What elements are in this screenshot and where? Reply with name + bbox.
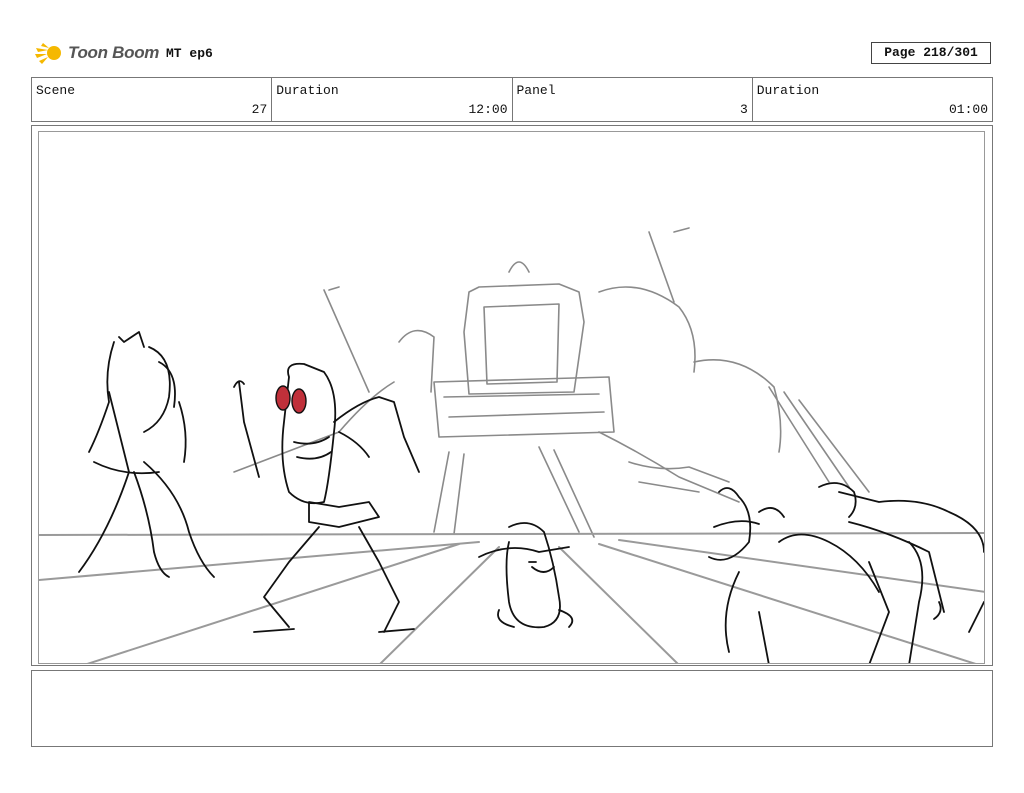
toon-boom-logo: Toon Boom: [34, 38, 159, 68]
brand-name: Toon Boom: [68, 43, 160, 62]
panel-cell: Panel 3: [513, 78, 753, 121]
scene-cell: Scene 27: [32, 78, 273, 121]
robot-character-sketch: [233, 362, 420, 633]
panel-info-bar: Scene 27 Duration 12:00 Panel 3 Duration…: [31, 77, 993, 122]
scene-duration-label: Duration: [276, 83, 339, 98]
panel-duration-label: Duration: [756, 83, 820, 98]
storyboard-drawing: [38, 131, 985, 664]
right-creature-sketch: [708, 482, 984, 663]
page-number: Page 218/301: [871, 42, 991, 64]
scene-duration-value: 12:00: [468, 102, 508, 117]
toon-boom-logo-icon: [35, 43, 61, 64]
notes-box: [31, 670, 993, 747]
panel-duration-value: 01:00: [948, 102, 988, 117]
scene-value: 27: [251, 102, 268, 117]
floor-perspective-lines: [39, 532, 984, 663]
scene-label: Scene: [36, 83, 76, 98]
panel-label: Panel: [516, 83, 556, 98]
sketch-illustration: [39, 227, 984, 663]
panel-duration-cell: Duration 01:00: [753, 78, 992, 121]
scene-duration-cell: Duration 12:00: [272, 78, 513, 121]
robot-eyes: [275, 385, 307, 414]
left-character-sketch: [78, 331, 215, 578]
hat-character-sketch: [478, 522, 574, 629]
episode-title: MT ep6: [166, 46, 213, 61]
panel-value: 3: [739, 102, 748, 117]
